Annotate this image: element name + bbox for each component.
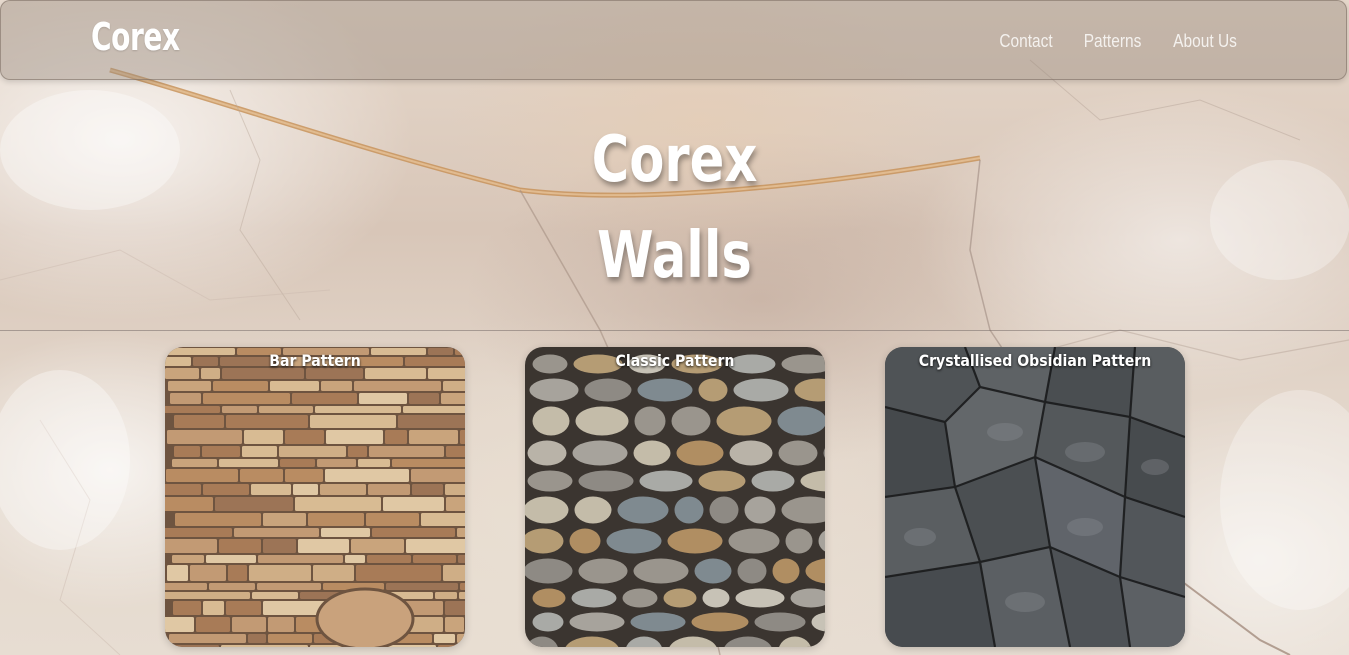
navbar: Corex Contact Patterns About Us bbox=[0, 0, 1347, 80]
brand-logo[interactable]: Corex bbox=[91, 15, 180, 59]
nav-link-patterns[interactable]: Patterns bbox=[1084, 31, 1142, 52]
hero-title: Corex Walls bbox=[0, 112, 1349, 304]
card-title: Crystallised Obsidian Pattern bbox=[918, 351, 1152, 370]
hero-title-line-1: Corex bbox=[591, 123, 758, 197]
obsidian-pattern-image bbox=[885, 347, 1185, 647]
card-title: Bar Pattern bbox=[269, 351, 361, 370]
nav-link-about-us[interactable]: About Us bbox=[1173, 31, 1237, 52]
classic-pattern-image bbox=[525, 347, 825, 647]
pattern-card-bar[interactable]: Bar Pattern bbox=[165, 347, 465, 647]
section-divider bbox=[0, 330, 1349, 331]
nav-link-contact[interactable]: Contact bbox=[999, 31, 1052, 52]
hero-title-line-2: Walls bbox=[597, 219, 752, 293]
nav-links: Contact Patterns About Us bbox=[995, 31, 1242, 52]
bar-pattern-image bbox=[165, 347, 465, 647]
page: Corex Contact Patterns About Us Corex Wa… bbox=[0, 0, 1349, 655]
card-title: Classic Pattern bbox=[615, 351, 735, 370]
pattern-card-crystallised-obsidian[interactable]: Crystallised Obsidian Pattern bbox=[885, 347, 1185, 647]
pattern-card-classic[interactable]: Classic Pattern bbox=[525, 347, 825, 647]
pattern-cards: Bar Pattern Classic Pattern Crystallised… bbox=[0, 347, 1349, 647]
